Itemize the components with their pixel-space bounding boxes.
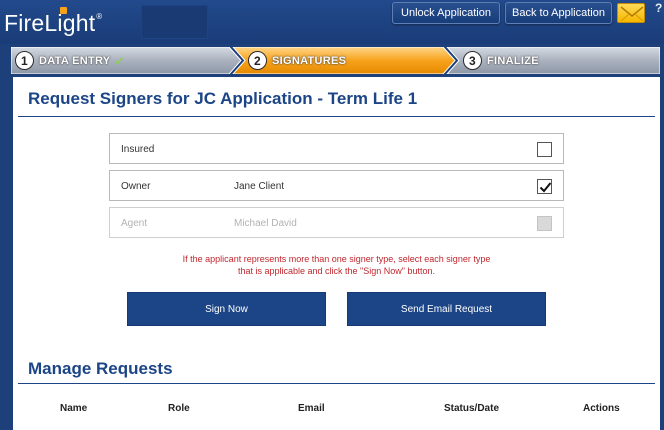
- title-divider: [18, 116, 655, 117]
- step-finalize[interactable]: 3 FINALIZE: [463, 47, 539, 74]
- checkmark-icon: [539, 182, 552, 193]
- signer-row-owner[interactable]: Owner Jane Client: [109, 170, 564, 201]
- step-number: 3: [463, 51, 482, 70]
- signer-checkbox-agent: [537, 216, 552, 231]
- progress-steps: 1 DATA ENTRY ✓ 2 SIGNATURES 3 FINALIZE: [11, 47, 660, 74]
- step-number: 1: [15, 51, 34, 70]
- page-title: Request Signers for JC Application - Ter…: [28, 89, 418, 108]
- column-header-role: Role: [168, 403, 190, 414]
- help-icon[interactable]: ?: [655, 1, 662, 15]
- step-signatures[interactable]: 2 SIGNATURES: [248, 47, 346, 74]
- manage-divider: [18, 383, 655, 384]
- envelope-icon[interactable]: [617, 3, 645, 23]
- step-label: FINALIZE: [487, 54, 539, 67]
- client-logo-placeholder: [141, 5, 208, 39]
- signer-name: Michael David: [234, 218, 297, 229]
- column-header-name: Name: [60, 403, 88, 414]
- checkmark-icon: ✓: [114, 53, 125, 68]
- instruction-line: If the applicant represents more than on…: [182, 254, 491, 264]
- column-header-actions: Actions: [583, 403, 620, 414]
- column-header-status-date: Status/Date: [444, 403, 500, 414]
- unlock-application-button[interactable]: Unlock Application: [392, 2, 500, 24]
- step-label: DATA ENTRY: [39, 54, 111, 67]
- send-email-request-button[interactable]: Send Email Request: [347, 292, 546, 326]
- signer-role: Agent: [121, 218, 148, 229]
- signer-role: Insured: [121, 144, 155, 155]
- instruction-line: that is applicable and click the "Sign N…: [237, 266, 435, 276]
- signer-checkbox-owner[interactable]: [537, 179, 552, 194]
- app-header: FireLight ® Unlock Application Back to A…: [0, 0, 664, 44]
- signer-role: Owner: [121, 181, 151, 192]
- manage-requests-title: Manage Requests: [28, 359, 173, 378]
- signer-name: Jane Client: [234, 181, 285, 192]
- signer-checkbox-insured[interactable]: [537, 142, 552, 157]
- back-to-application-button[interactable]: Back to Application: [505, 2, 612, 24]
- logo-registered-mark: ®: [96, 12, 103, 21]
- logo-text: FireLight: [4, 10, 96, 36]
- sign-now-button[interactable]: Sign Now: [127, 292, 326, 326]
- firelight-logo[interactable]: FireLight ®: [4, 7, 103, 38]
- step-data-entry[interactable]: 1 DATA ENTRY ✓: [15, 47, 125, 74]
- step-number: 2: [248, 51, 267, 70]
- signer-row-insured[interactable]: Insured: [109, 133, 564, 164]
- main-panel: Request Signers for JC Application - Ter…: [13, 77, 660, 430]
- signer-instructions: If the applicant represents more than on…: [109, 253, 564, 277]
- signer-row-agent: Agent Michael David: [109, 207, 564, 238]
- logo-dot-icon: [60, 7, 67, 14]
- step-label: SIGNATURES: [272, 54, 347, 67]
- scrollbar-track[interactable]: [660, 77, 664, 430]
- column-header-email: Email: [298, 403, 325, 414]
